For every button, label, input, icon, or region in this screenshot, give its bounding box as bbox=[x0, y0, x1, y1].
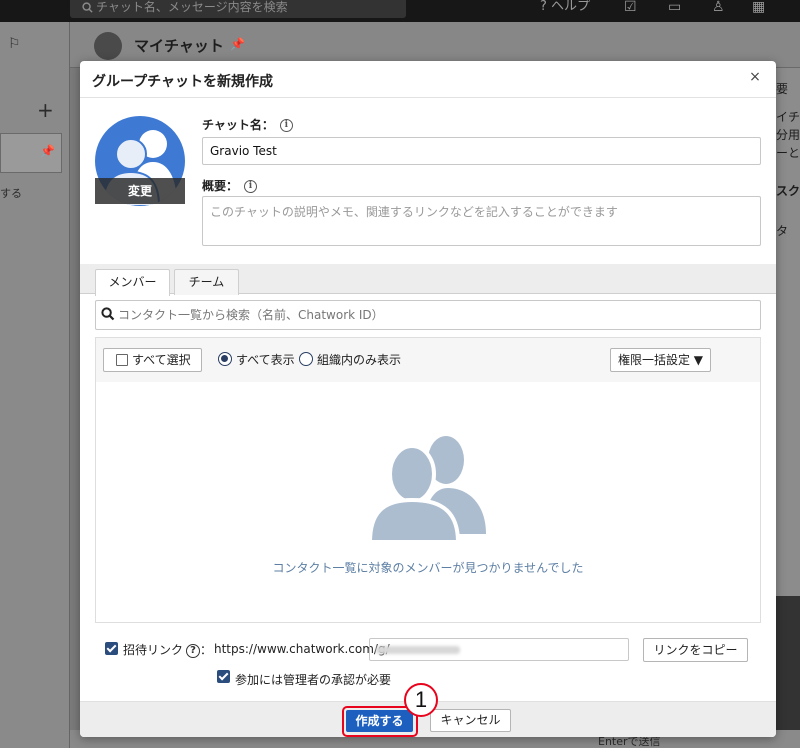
approval-label: 参加には管理者の承認が必要 bbox=[235, 673, 392, 687]
pin-icon[interactable]: 📌 bbox=[230, 37, 245, 51]
close-icon[interactable]: × bbox=[746, 68, 764, 86]
chat-name-label-text: チャット名： bbox=[202, 118, 274, 132]
modal-title: グループチャットを新規作成 bbox=[92, 74, 274, 90]
contact-icon[interactable]: ♙ bbox=[712, 0, 725, 14]
copy-link-button[interactable]: リンクをコピー bbox=[643, 638, 748, 662]
right-text-1: 要 bbox=[776, 82, 789, 96]
pin-icon[interactable]: 📌 bbox=[40, 144, 55, 158]
invite-link-label-text: 招待リンク bbox=[123, 643, 184, 657]
invite-colon: ： bbox=[200, 643, 213, 657]
tab-teams[interactable]: チーム bbox=[174, 269, 239, 295]
search-icon bbox=[82, 2, 93, 16]
invite-link-checkbox[interactable] bbox=[105, 642, 118, 655]
file-icon[interactable]: ▭ bbox=[668, 0, 681, 14]
task-check-icon[interactable]: ☑ bbox=[624, 0, 637, 14]
chat-name-input[interactable] bbox=[202, 137, 761, 165]
change-avatar-button[interactable]: 変更 bbox=[95, 178, 185, 204]
radio-org-only-label[interactable]: 組織内のみ表示 bbox=[317, 351, 401, 368]
bookmark-icon[interactable]: ⚐ bbox=[8, 36, 21, 52]
app-topbar: チャット名、メッセージ内容を検索 ? ヘルプ ☑ ▭ ♙ ▦ bbox=[0, 0, 800, 22]
step-number-badge: 1 bbox=[404, 683, 438, 717]
empty-contacts-icon bbox=[368, 436, 486, 542]
member-list: コンタクト一覧に対象のメンバーが見つかりませんでした bbox=[96, 382, 760, 622]
checkbox-icon bbox=[116, 354, 128, 366]
app-sidebar: ⚐ + 📌 する bbox=[0, 22, 70, 748]
contact-search[interactable] bbox=[95, 300, 761, 330]
add-chat-icon[interactable]: + bbox=[37, 98, 54, 122]
create-group-chat-modal: グループチャットを新規作成 × 変更 チャット名： i 概要： i メンバー チーム… bbox=[80, 61, 776, 737]
member-toolbar: すべて選択 すべて表示 組織内のみ表示 権限一括設定 ▼ bbox=[96, 338, 760, 376]
right-dark-block bbox=[776, 596, 800, 748]
cancel-button[interactable]: キャンセル bbox=[430, 709, 511, 732]
create-button[interactable]: 作成する bbox=[346, 710, 413, 732]
help-circle-icon[interactable]: ? bbox=[186, 643, 201, 658]
bulk-permission-button[interactable]: 権限一括設定 ▼ bbox=[610, 348, 711, 372]
help-link[interactable]: ? ヘルプ bbox=[540, 0, 590, 14]
tab-members[interactable]: メンバー bbox=[95, 269, 170, 296]
select-all-label: すべて選択 bbox=[132, 353, 191, 367]
chat-title: マイチャット bbox=[134, 37, 224, 55]
info-icon[interactable]: i bbox=[244, 180, 258, 193]
right-text-3: 分用の bbox=[776, 128, 800, 142]
avatar bbox=[94, 32, 122, 60]
right-text-4: ーとし bbox=[776, 146, 800, 160]
invite-link-label: 招待リンク?： bbox=[123, 641, 212, 658]
global-search-input[interactable]: チャット名、メッセージ内容を検索 bbox=[70, 0, 406, 18]
invite-link-row: 招待リンク?： https://www.chatwork.com/g/ リンクを… bbox=[80, 632, 776, 666]
right-text-6: タ bbox=[776, 224, 789, 238]
apps-grid-icon[interactable]: ▦ bbox=[752, 0, 765, 14]
contact-search-input[interactable] bbox=[118, 302, 748, 328]
info-icon[interactable]: i bbox=[279, 119, 293, 132]
modal-divider bbox=[80, 97, 776, 98]
help-label: ヘルプ bbox=[551, 0, 591, 14]
description-label-text: 概要： bbox=[202, 179, 239, 193]
description-input[interactable] bbox=[202, 196, 761, 246]
right-text-2: イチャ bbox=[776, 110, 800, 124]
radio-org-only[interactable] bbox=[299, 352, 313, 366]
invite-link-input[interactable] bbox=[369, 638, 629, 661]
blurred-link-id bbox=[376, 646, 460, 654]
chat-name-label: チャット名： i bbox=[202, 116, 293, 133]
right-text-5: スク bbox=[776, 184, 800, 198]
global-search-placeholder: チャット名、メッセージ内容を検索 bbox=[96, 0, 288, 14]
radio-show-all-label[interactable]: すべて表示 bbox=[236, 351, 295, 368]
search-icon bbox=[101, 307, 115, 324]
create-button-highlight: 作成する bbox=[342, 706, 418, 737]
description-label: 概要： i bbox=[202, 177, 258, 194]
sidebar-text: する bbox=[0, 187, 22, 200]
member-panel: すべて選択 すべて表示 組織内のみ表示 権限一括設定 ▼ コンタクト一覧に対象の… bbox=[95, 337, 761, 623]
radio-show-all[interactable] bbox=[218, 352, 232, 366]
tab-strip: メンバー チーム bbox=[80, 264, 776, 296]
select-all-button[interactable]: すべて選択 bbox=[103, 348, 202, 372]
invite-url-prefix: https://www.chatwork.com/g/ bbox=[214, 642, 390, 656]
approval-checkbox[interactable] bbox=[217, 670, 230, 683]
right-panel: 要 イチャ 分用の ーとし スク タ bbox=[776, 68, 800, 748]
empty-message: コンタクト一覧に対象のメンバーが見つかりませんでした bbox=[272, 561, 584, 575]
help-icon: ? bbox=[540, 0, 547, 14]
